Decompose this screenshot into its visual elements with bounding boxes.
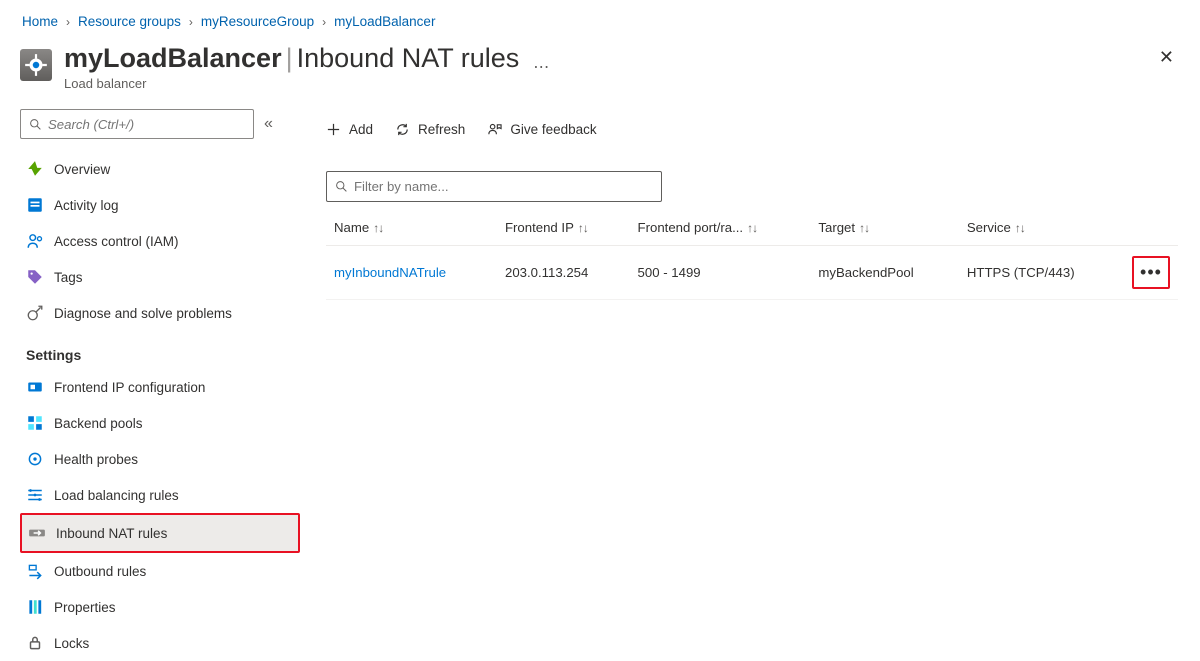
sidebar-item-label: Locks xyxy=(54,636,89,651)
sidebar-item-access-control[interactable]: Access control (IAM) xyxy=(20,223,300,259)
rule-name-link[interactable]: myInboundNATrule xyxy=(326,246,497,300)
properties-icon xyxy=(26,598,44,616)
feedback-icon xyxy=(487,122,502,137)
close-icon[interactable]: ✕ xyxy=(1159,47,1174,68)
add-button[interactable]: Add xyxy=(326,122,373,137)
refresh-button[interactable]: Refresh xyxy=(395,122,465,137)
sidebar-section-settings: Settings xyxy=(26,347,300,363)
frontend-ip-icon xyxy=(26,378,44,396)
iam-icon xyxy=(26,232,44,250)
col-target[interactable]: Target↑↓ xyxy=(810,210,958,246)
sidebar-item-label: Outbound rules xyxy=(54,564,146,579)
sidebar-item-properties[interactable]: Properties xyxy=(20,589,300,625)
locks-icon xyxy=(26,634,44,652)
sidebar-item-label: Diagnose and solve problems xyxy=(54,306,232,321)
sidebar: « Overview Activity log Access control (… xyxy=(0,101,300,661)
sidebar-item-label: Overview xyxy=(54,162,110,177)
sidebar-item-activity-log[interactable]: Activity log xyxy=(20,187,300,223)
filter-box[interactable] xyxy=(326,171,662,202)
resource-type-label: Load balancer xyxy=(64,76,519,91)
sort-icon: ↑↓ xyxy=(373,221,383,235)
collapse-sidebar-button[interactable]: « xyxy=(264,115,273,133)
header-more-button[interactable]: ⋯ xyxy=(533,57,551,77)
breadcrumb-myrg[interactable]: myResourceGroup xyxy=(201,14,314,29)
cell-service: HTTPS (TCP/443) xyxy=(959,246,1124,300)
toolbar: Add Refresh Give feedback xyxy=(326,109,1178,149)
sidebar-item-label: Backend pools xyxy=(54,416,143,431)
sidebar-item-label: Load balancing rules xyxy=(54,488,179,503)
sidebar-item-tags[interactable]: Tags xyxy=(20,259,300,295)
sort-icon: ↑↓ xyxy=(747,221,757,235)
plus-icon xyxy=(326,122,341,137)
sidebar-item-locks[interactable]: Locks xyxy=(20,625,300,661)
sidebar-item-outbound-rules[interactable]: Outbound rules xyxy=(20,553,300,589)
sidebar-item-label: Activity log xyxy=(54,198,119,213)
feedback-button[interactable]: Give feedback xyxy=(487,122,596,137)
col-service[interactable]: Service↑↓ xyxy=(959,210,1124,246)
sidebar-search[interactable] xyxy=(20,109,254,139)
breadcrumb-mylb[interactable]: myLoadBalancer xyxy=(334,14,435,29)
search-icon xyxy=(29,118,42,131)
sidebar-item-label: Tags xyxy=(54,270,83,285)
row-actions-button[interactable]: ••• xyxy=(1132,256,1170,289)
main-content: Add Refresh Give feedback Name↑↓ Fronten… xyxy=(300,101,1200,661)
breadcrumb-home[interactable]: Home xyxy=(22,14,58,29)
sidebar-item-diagnose[interactable]: Diagnose and solve problems xyxy=(20,295,300,331)
filter-input[interactable] xyxy=(354,179,653,194)
overview-icon xyxy=(26,160,44,178)
load-balancer-icon xyxy=(20,49,52,81)
sidebar-item-overview[interactable]: Overview xyxy=(20,151,300,187)
rules-table: Name↑↓ Frontend IP↑↓ Frontend port/ra...… xyxy=(326,210,1178,300)
sidebar-item-health-probes[interactable]: Health probes xyxy=(20,441,300,477)
sidebar-item-inbound-nat[interactable]: Inbound NAT rules xyxy=(22,515,298,551)
sidebar-item-label: Frontend IP configuration xyxy=(54,380,205,395)
more-icon: ••• xyxy=(1140,262,1162,282)
inbound-nat-icon xyxy=(28,524,46,542)
breadcrumb: Home› Resource groups› myResourceGroup› … xyxy=(0,0,1200,35)
breadcrumb-rg[interactable]: Resource groups xyxy=(78,14,181,29)
sidebar-item-label: Health probes xyxy=(54,452,138,467)
col-frontend-ip[interactable]: Frontend IP↑↓ xyxy=(497,210,630,246)
refresh-icon xyxy=(395,122,410,137)
diagnose-icon xyxy=(26,304,44,322)
tags-icon xyxy=(26,268,44,286)
page-header: myLoadBalancer|Inbound NAT rules Load ba… xyxy=(0,35,1200,101)
sidebar-item-frontend-ip[interactable]: Frontend IP configuration xyxy=(20,369,300,405)
sidebar-item-label: Inbound NAT rules xyxy=(56,526,167,541)
sort-icon: ↑↓ xyxy=(1015,221,1025,235)
backend-pools-icon xyxy=(26,414,44,432)
activity-log-icon xyxy=(26,196,44,214)
health-probes-icon xyxy=(26,450,44,468)
sidebar-search-input[interactable] xyxy=(48,117,245,132)
outbound-rules-icon xyxy=(26,562,44,580)
sort-icon: ↑↓ xyxy=(578,221,588,235)
sidebar-item-label: Access control (IAM) xyxy=(54,234,179,249)
table-row[interactable]: myInboundNATrule 203.0.113.254 500 - 149… xyxy=(326,246,1178,300)
lb-rules-icon xyxy=(26,486,44,504)
col-name[interactable]: Name↑↓ xyxy=(326,210,497,246)
search-icon xyxy=(335,180,348,193)
col-frontend-port[interactable]: Frontend port/ra...↑↓ xyxy=(630,210,811,246)
cell-port: 500 - 1499 xyxy=(630,246,811,300)
sidebar-item-backend-pools[interactable]: Backend pools xyxy=(20,405,300,441)
sort-icon: ↑↓ xyxy=(859,221,869,235)
sidebar-item-label: Properties xyxy=(54,600,116,615)
sidebar-item-lb-rules[interactable]: Load balancing rules xyxy=(20,477,300,513)
cell-target: myBackendPool xyxy=(810,246,958,300)
cell-frontend-ip: 203.0.113.254 xyxy=(497,246,630,300)
page-title: myLoadBalancer|Inbound NAT rules xyxy=(64,43,519,74)
